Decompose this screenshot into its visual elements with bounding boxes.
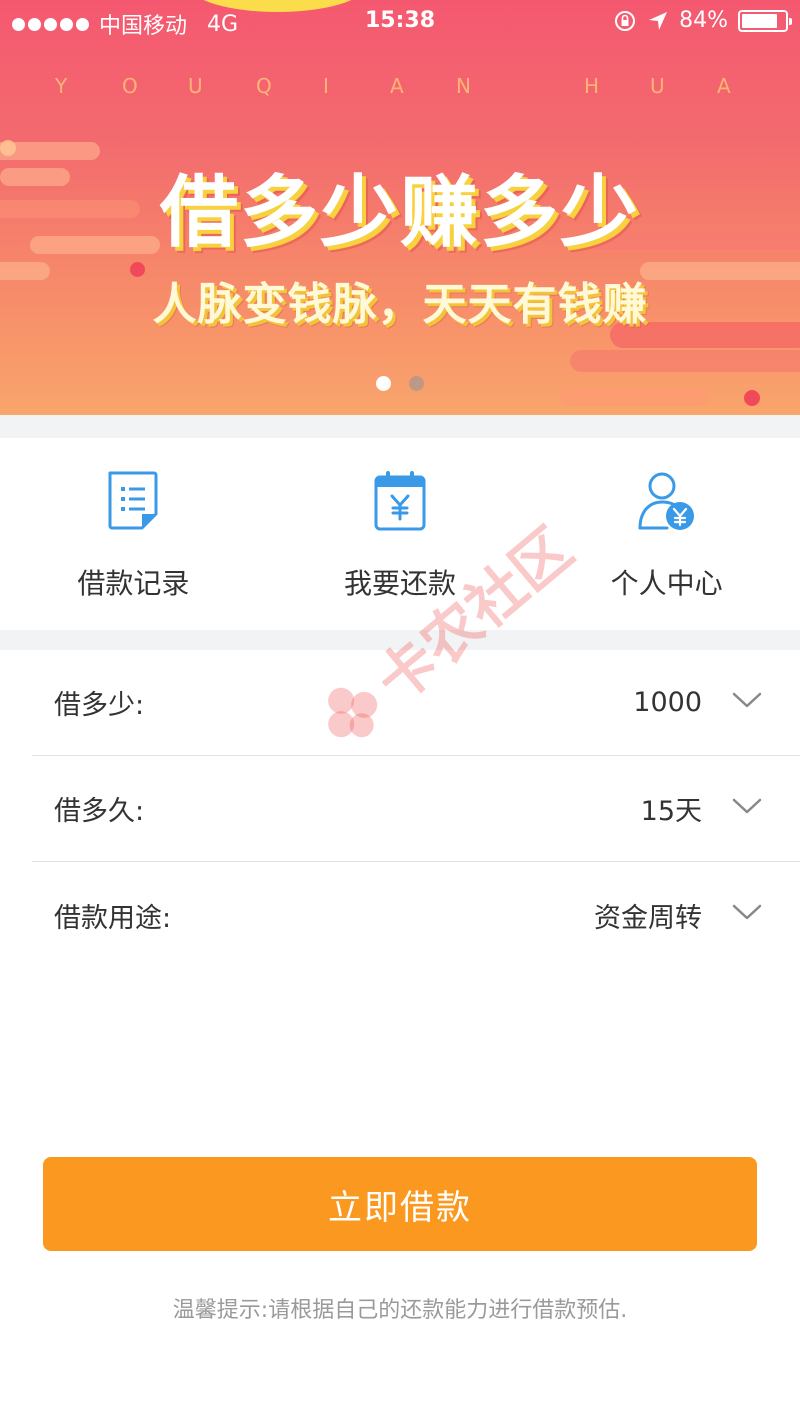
- menu-repay[interactable]: 我要还款: [267, 438, 534, 630]
- term-select[interactable]: 借多久: 15天: [32, 756, 800, 862]
- pager-dot[interactable]: [409, 376, 424, 391]
- document-list-icon: [103, 468, 163, 534]
- chevron-down-icon: [732, 798, 762, 814]
- menu-label: 借款记录: [77, 567, 190, 600]
- chevron-down-icon: [732, 904, 762, 920]
- purpose-value: 资金周转: [594, 902, 702, 934]
- promo-banner[interactable]: 中国移动 4G 15:38 84% Y O U Q I A N H U A 借多少赚多少 人脉变钱…: [0, 0, 800, 415]
- chevron-down-icon: [732, 692, 762, 708]
- brand-letter: O: [122, 74, 138, 98]
- banner-dot: [744, 390, 760, 406]
- purpose-label: 借款用途:: [54, 902, 172, 934]
- amount-label: 借多少:: [54, 690, 145, 721]
- banner-headline: 借多少赚多少: [159, 168, 640, 258]
- brand-letters: YOUQIANHUA: [0, 74, 800, 104]
- menu-profile[interactable]: 个人中心: [533, 438, 800, 630]
- banner-streak: [570, 350, 800, 372]
- purpose-select[interactable]: 借款用途: 资金周转: [32, 862, 800, 968]
- brand-letter: H: [584, 74, 600, 98]
- brand-letter: U: [650, 74, 665, 98]
- section-divider: [0, 630, 800, 650]
- brand-letter: Q: [256, 74, 272, 98]
- pager-dot[interactable]: [376, 376, 391, 391]
- user-yen-icon: [637, 468, 697, 534]
- status-bar: 中国移动 4G 15:38 84%: [0, 0, 800, 44]
- loan-form: 借多少: 1000 借多久: 15天 借款用途: 资金周转: [0, 650, 800, 968]
- term-label: 借多久:: [54, 796, 145, 827]
- brand-letter: A: [390, 74, 404, 98]
- menu-label: 我要还款: [344, 567, 457, 600]
- rotation-lock-icon: [615, 10, 636, 31]
- calendar-yen-icon: [370, 468, 430, 534]
- menu-label: 个人中心: [610, 567, 723, 600]
- location-arrow-icon: [649, 11, 668, 30]
- section-divider: [0, 415, 800, 438]
- brand-letter: U: [188, 74, 203, 98]
- amount-value: 1000: [633, 687, 702, 718]
- battery-icon: [738, 9, 792, 32]
- amount-select[interactable]: 借多少: 1000: [32, 650, 800, 756]
- banner-pager[interactable]: [0, 376, 800, 391]
- term-value: 15天: [640, 796, 702, 827]
- banner-subline: 人脉变钱脉，天天有钱赚: [152, 279, 648, 330]
- brand-letter: A: [717, 74, 731, 98]
- brand-letter: N: [456, 74, 471, 98]
- borrow-now-button[interactable]: 立即借款: [43, 1157, 757, 1251]
- reminder-tip: 温馨提示:请根据自己的还款能力进行借款预估.: [172, 1298, 628, 1323]
- quick-menu: 借款记录 我要还款 个人中心: [0, 438, 800, 630]
- brand-letter: I: [323, 74, 329, 98]
- battery-percent: 84%: [679, 8, 728, 33]
- brand-letter: Y: [55, 74, 68, 98]
- menu-loan-records[interactable]: 借款记录: [0, 438, 267, 630]
